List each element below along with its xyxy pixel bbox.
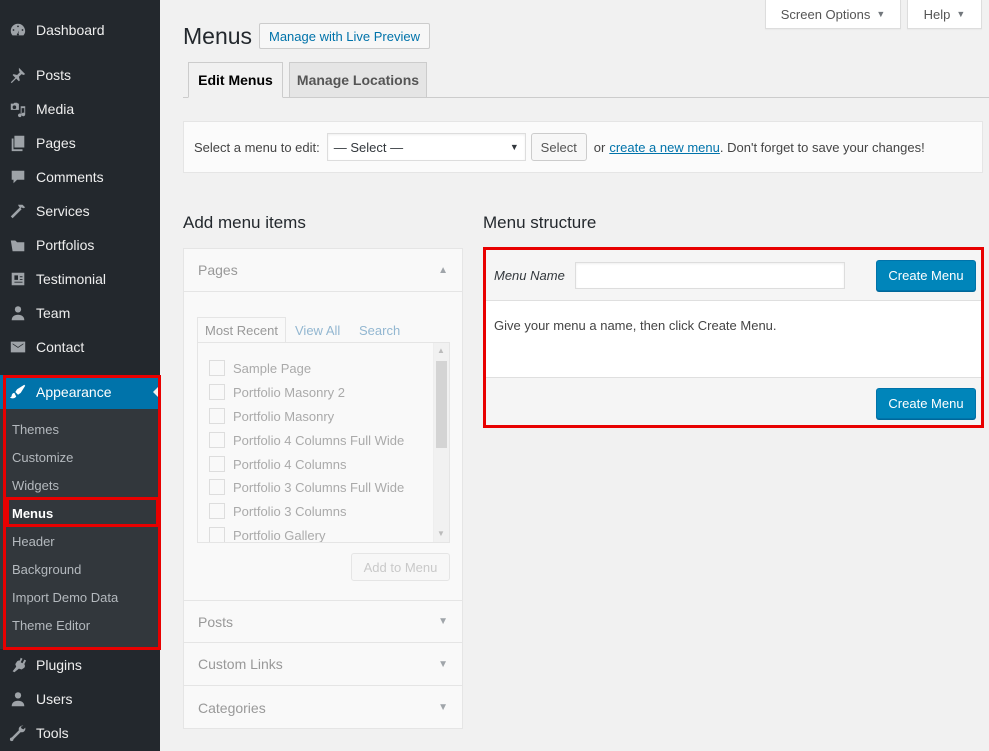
sidebar-item-plugins[interactable]: Plugins	[0, 648, 160, 682]
list-scrollbar[interactable]: ▲ ▼	[433, 343, 449, 542]
menu-name-header: Menu Name Create Menu	[486, 250, 981, 301]
add-to-menu-button[interactable]: Add to Menu	[351, 553, 450, 581]
menu-structure-footer: Create Menu	[486, 377, 981, 425]
pushpin-icon	[0, 66, 36, 84]
id-card-icon	[0, 270, 36, 288]
select-menu-label: Select a menu to edit:	[194, 139, 320, 155]
list-item[interactable]: Portfolio 3 Columns	[209, 501, 346, 521]
list-item[interactable]: Portfolio 4 Columns	[209, 454, 346, 474]
screen-options-button[interactable]: Screen Options ▼	[765, 0, 901, 29]
tab-edit-menus[interactable]: Edit Menus	[188, 62, 283, 98]
paintbrush-icon	[0, 383, 36, 401]
admin-sidebar: Dashboard Posts Media Pages Comments Ser…	[0, 0, 160, 751]
expand-arrow-icon: ▼	[438, 658, 448, 670]
submenu-item-menus[interactable]: Menus	[12, 506, 53, 521]
expand-arrow-icon: ▼	[438, 616, 448, 627]
menu-name-label: Menu Name	[494, 268, 565, 283]
wrench-icon	[0, 724, 36, 742]
hammer-icon	[0, 202, 36, 220]
collapse-arrow-icon: ▲	[438, 264, 448, 276]
scroll-down-icon[interactable]: ▼	[437, 529, 445, 538]
list-item[interactable]: Portfolio Masonry	[209, 406, 334, 426]
accordion-categories-header[interactable]: Categories ▼	[184, 686, 462, 729]
sidebar-item-tools[interactable]: Tools	[0, 716, 160, 750]
add-items-accordion: Pages ▲ Most Recent View All Search Samp…	[183, 248, 463, 729]
select-button[interactable]: Select	[530, 133, 587, 161]
dropdown-arrow-icon: ▼	[509, 142, 519, 152]
media-icon	[0, 100, 36, 118]
sidebar-item-media[interactable]: Media	[0, 92, 160, 126]
scroll-thumb[interactable]	[436, 361, 447, 448]
pages-icon	[0, 134, 36, 152]
current-indicator	[153, 385, 160, 399]
add-menu-items-title: Add menu items	[183, 213, 306, 232]
accordion-custom-links-header[interactable]: Custom Links ▼	[184, 643, 462, 686]
checkbox[interactable]	[209, 479, 225, 495]
list-item[interactable]: Portfolio Masonry 2	[209, 382, 345, 402]
menu-select-dropdown[interactable]: — Select — ▼	[326, 133, 526, 161]
dashboard-icon	[0, 21, 36, 39]
checkbox[interactable]	[209, 432, 225, 448]
create-new-menu-link[interactable]: create a new menu	[609, 140, 720, 155]
list-item[interactable]: Sample Page	[209, 358, 311, 378]
folder-icon	[0, 236, 36, 254]
submenu-item-customize[interactable]: Customize	[12, 450, 73, 465]
plugin-icon	[0, 656, 36, 674]
list-item[interactable]: Portfolio 3 Columns Full Wide	[209, 477, 404, 497]
checkbox[interactable]	[209, 408, 225, 424]
submenu-item-themes[interactable]: Themes	[12, 422, 59, 437]
sidebar-item-testimonial[interactable]: Testimonial	[0, 262, 160, 296]
scroll-up-icon[interactable]: ▲	[437, 346, 445, 355]
expand-arrow-icon: ▼	[438, 702, 448, 713]
manage-menus-bar: Select a menu to edit: — Select — ▼ Sele…	[183, 121, 983, 173]
sidebar-item-portfolios[interactable]: Portfolios	[0, 228, 160, 262]
tab-most-recent[interactable]: Most Recent	[197, 317, 286, 343]
submenu-item-widgets[interactable]: Widgets	[12, 478, 59, 493]
sidebar-item-users[interactable]: Users	[0, 682, 160, 716]
menu-name-input[interactable]	[575, 262, 845, 289]
live-preview-button[interactable]: Manage with Live Preview	[259, 23, 430, 49]
tab-manage-locations[interactable]: Manage Locations	[289, 62, 427, 98]
list-item[interactable]: Portfolio 4 Columns Full Wide	[209, 430, 404, 450]
appearance-submenu: Themes Customize Widgets Menus Header Ba…	[0, 409, 160, 649]
tab-search[interactable]: Search	[359, 317, 400, 343]
create-menu-button-bottom[interactable]: Create Menu	[876, 388, 976, 419]
accordion-posts-header[interactable]: Posts ▼	[184, 600, 462, 643]
comment-icon	[0, 168, 36, 186]
sidebar-item-pages[interactable]: Pages	[0, 126, 160, 160]
accordion-pages-header[interactable]: Pages ▲	[184, 249, 462, 292]
checkbox[interactable]	[209, 503, 225, 519]
checkbox[interactable]	[209, 456, 225, 472]
create-menu-button-top[interactable]: Create Menu	[876, 260, 976, 291]
list-item[interactable]: Portfolio Gallery	[209, 525, 325, 542]
sidebar-item-posts[interactable]: Posts	[0, 58, 160, 92]
envelope-icon	[0, 338, 36, 356]
checkbox[interactable]	[209, 527, 225, 542]
sidebar-item-appearance[interactable]: Appearance	[0, 375, 160, 409]
checkbox[interactable]	[209, 360, 225, 376]
page-title: Menus	[183, 23, 253, 49]
sidebar-item-services[interactable]: Services	[0, 194, 160, 228]
person-icon	[0, 304, 36, 322]
pages-checklist: Sample Page Portfolio Masonry 2 Portfoli…	[197, 342, 450, 543]
sidebar-item-contact[interactable]: Contact	[0, 330, 160, 364]
caret-down-icon: ▼	[956, 9, 966, 19]
submenu-item-import-demo-data[interactable]: Import Demo Data	[12, 590, 118, 605]
sidebar-item-comments[interactable]: Comments	[0, 160, 160, 194]
menu-structure-panel: Menu Name Create Menu Give your menu a n…	[485, 249, 982, 426]
sidebar-item-team[interactable]: Team	[0, 296, 160, 330]
submenu-item-theme-editor[interactable]: Theme Editor	[12, 618, 90, 633]
users-icon	[0, 690, 36, 708]
tab-view-all[interactable]: View All	[295, 317, 340, 343]
submenu-item-background[interactable]: Background	[12, 562, 81, 577]
sidebar-item-dashboard[interactable]: Dashboard	[0, 13, 160, 47]
menu-instructions: Give your menu a name, then click Create…	[494, 318, 777, 333]
caret-down-icon: ▼	[876, 9, 886, 19]
help-button[interactable]: Help ▼	[907, 0, 982, 29]
menu-structure-title: Menu structure	[483, 213, 597, 232]
checkbox[interactable]	[209, 384, 225, 400]
submenu-item-header[interactable]: Header	[12, 534, 55, 549]
